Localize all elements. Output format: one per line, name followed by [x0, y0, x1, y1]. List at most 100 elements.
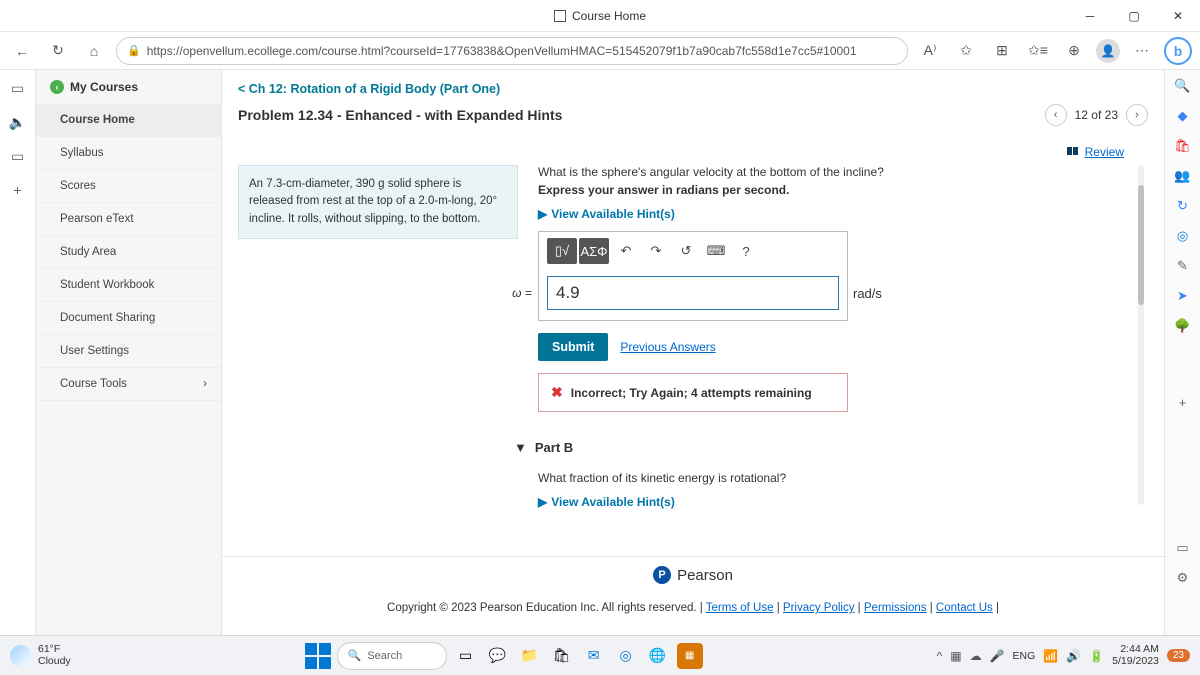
wifi-icon[interactable]: 📶: [1043, 649, 1058, 663]
outlook-icon[interactable]: ◎: [1177, 228, 1188, 244]
app-icon[interactable]: ▦: [677, 643, 703, 669]
reset-button[interactable]: ↺: [671, 238, 701, 264]
scrollbar[interactable]: [1138, 165, 1144, 505]
sidebar-item-study-area[interactable]: Study Area: [36, 236, 221, 269]
chat-icon[interactable]: 💬: [485, 643, 511, 669]
search-icon[interactable]: 🔍: [1174, 78, 1190, 94]
store-icon[interactable]: 🛍: [549, 643, 575, 669]
cloud-icon: [10, 645, 32, 667]
answer-box: ▯√ ΑΣΦ ↶ ↷ ↺ ⌨ ? ω = rad/s: [538, 231, 848, 321]
clock[interactable]: 2:44 AM 5/19/2023: [1112, 644, 1159, 667]
mic-icon[interactable]: 🎤: [990, 649, 1005, 663]
privacy-link[interactable]: Privacy Policy: [783, 602, 855, 614]
minimize-button[interactable]: ─: [1068, 0, 1112, 32]
add-icon[interactable]: +: [1179, 395, 1187, 410]
sidebar-item-course-tools[interactable]: Course Tools ›: [36, 368, 221, 401]
tabs-icon[interactable]: ▭: [8, 78, 28, 98]
browser-icon[interactable]: 🌐: [645, 643, 671, 669]
weather-temp: 61°F: [38, 644, 71, 656]
review-link[interactable]: Review: [1067, 145, 1124, 159]
task-view-icon[interactable]: ▭: [453, 643, 479, 669]
profile-avatar[interactable]: 👤: [1096, 39, 1120, 63]
answer-input[interactable]: [547, 276, 839, 310]
more-button[interactable]: ⋯: [1128, 37, 1156, 65]
part-b-header[interactable]: ▼ Part B: [514, 440, 1124, 455]
submit-button[interactable]: Submit: [538, 333, 608, 361]
templates-button[interactable]: ▯√: [547, 238, 577, 264]
address-bar[interactable]: 🔒 https://openvellum.ecollege.com/course…: [116, 37, 908, 65]
taskbar-search[interactable]: 🔍 Search: [337, 642, 447, 670]
terms-link[interactable]: Terms of Use: [706, 602, 774, 614]
split-button[interactable]: ⊞: [988, 37, 1016, 65]
sidebar-item-syllabus[interactable]: Syllabus: [36, 137, 221, 170]
keyboard-button[interactable]: ⌨: [701, 238, 731, 264]
contact-link[interactable]: Contact Us: [936, 602, 993, 614]
redo-button[interactable]: ↷: [641, 238, 671, 264]
chevron-up-icon[interactable]: ^: [937, 649, 943, 663]
edge-icon[interactable]: ◎: [613, 643, 639, 669]
send-icon[interactable]: ➤: [1177, 288, 1188, 304]
home-button[interactable]: ⌂: [80, 37, 108, 65]
x-icon: ✖: [551, 384, 563, 401]
favorites-list-button[interactable]: ✩≡: [1024, 37, 1052, 65]
undo-button[interactable]: ↶: [611, 238, 641, 264]
browser-left-rail: ▭ 🔈 ▭ +: [0, 70, 36, 640]
add-tab-icon[interactable]: +: [8, 180, 28, 200]
course-tools-label: Course Tools: [60, 378, 127, 390]
sidebar-item-course-home[interactable]: Course Home: [36, 104, 221, 137]
hints-label: View Available Hint(s): [551, 207, 675, 221]
sidebar-item-etext[interactable]: Pearson eText: [36, 203, 221, 236]
triangle-down-icon: ▼: [514, 440, 527, 455]
tab-icon[interactable]: ▭: [8, 146, 28, 166]
hints-label-b: View Available Hint(s): [551, 495, 675, 509]
shopping-icon[interactable]: 🛍: [1174, 138, 1191, 154]
explorer-icon[interactable]: 📁: [517, 643, 543, 669]
panel-icon[interactable]: ▭: [1176, 540, 1188, 556]
tree-icon[interactable]: 🌳: [1174, 318, 1190, 334]
instruction-text: Express your answer in radians per secon…: [538, 183, 1124, 197]
sync-icon[interactable]: ↻: [1177, 198, 1188, 214]
notification-badge[interactable]: 23: [1167, 649, 1190, 662]
pager: ‹ 12 of 23 ›: [1045, 104, 1148, 126]
page-icon: [554, 10, 566, 22]
review-label: Review: [1085, 145, 1124, 159]
weather-widget[interactable]: 61°F Cloudy: [10, 644, 71, 667]
tag-icon[interactable]: ◆: [1178, 108, 1188, 124]
permissions-link[interactable]: Permissions: [864, 602, 927, 614]
hints-link-b[interactable]: ▶ View Available Hint(s): [538, 495, 1124, 509]
sound-icon[interactable]: 🔈: [8, 112, 28, 132]
previous-answers-link[interactable]: Previous Answers: [620, 340, 715, 354]
collections-button[interactable]: ⊕: [1060, 37, 1088, 65]
people-icon[interactable]: 👥: [1174, 168, 1190, 184]
settings-icon[interactable]: ⚙: [1177, 570, 1189, 586]
bing-button[interactable]: b: [1164, 37, 1192, 65]
volume-icon[interactable]: 🔊: [1066, 649, 1081, 663]
sidebar-item-workbook[interactable]: Student Workbook: [36, 269, 221, 302]
sidebar-item-scores[interactable]: Scores: [36, 170, 221, 203]
greek-button[interactable]: ΑΣΦ: [579, 238, 609, 264]
battery-icon[interactable]: 🔋: [1089, 649, 1104, 663]
content-area: < Ch 12: Rotation of a Rigid Body (Part …: [222, 70, 1164, 640]
favorite-button[interactable]: ✩: [952, 37, 980, 65]
system-tray: ^ ▦ ☁ 🎤 ENG 📶 🔊 🔋 2:44 AM 5/19/2023 23: [937, 644, 1190, 667]
back-button[interactable]: ←: [8, 37, 36, 65]
start-button[interactable]: [305, 643, 331, 669]
chapter-link[interactable]: < Ch 12: Rotation of a Rigid Body (Part …: [222, 70, 1164, 100]
help-button[interactable]: ?: [731, 238, 761, 264]
refresh-button[interactable]: ↻: [44, 37, 72, 65]
pager-prev-button[interactable]: ‹: [1045, 104, 1067, 126]
mail-icon[interactable]: ✉: [581, 643, 607, 669]
copyright-text: Copyright © 2023 Pearson Education Inc. …: [387, 602, 703, 614]
read-aloud-button[interactable]: A⁾: [916, 37, 944, 65]
onedrive-icon[interactable]: ☁: [970, 649, 982, 663]
pager-next-button[interactable]: ›: [1126, 104, 1148, 126]
tray-app-icon[interactable]: ▦: [950, 649, 961, 663]
lang-indicator[interactable]: ENG: [1013, 650, 1036, 662]
sidebar-header[interactable]: ‹ My Courses: [36, 70, 221, 104]
maximize-button[interactable]: ▢: [1112, 0, 1156, 32]
edit-icon[interactable]: ✎: [1177, 258, 1188, 274]
hints-link[interactable]: ▶ View Available Hint(s): [538, 207, 1124, 221]
sidebar-item-doc-sharing[interactable]: Document Sharing: [36, 302, 221, 335]
sidebar-item-user-settings[interactable]: User Settings: [36, 335, 221, 368]
close-button[interactable]: ✕: [1156, 0, 1200, 32]
